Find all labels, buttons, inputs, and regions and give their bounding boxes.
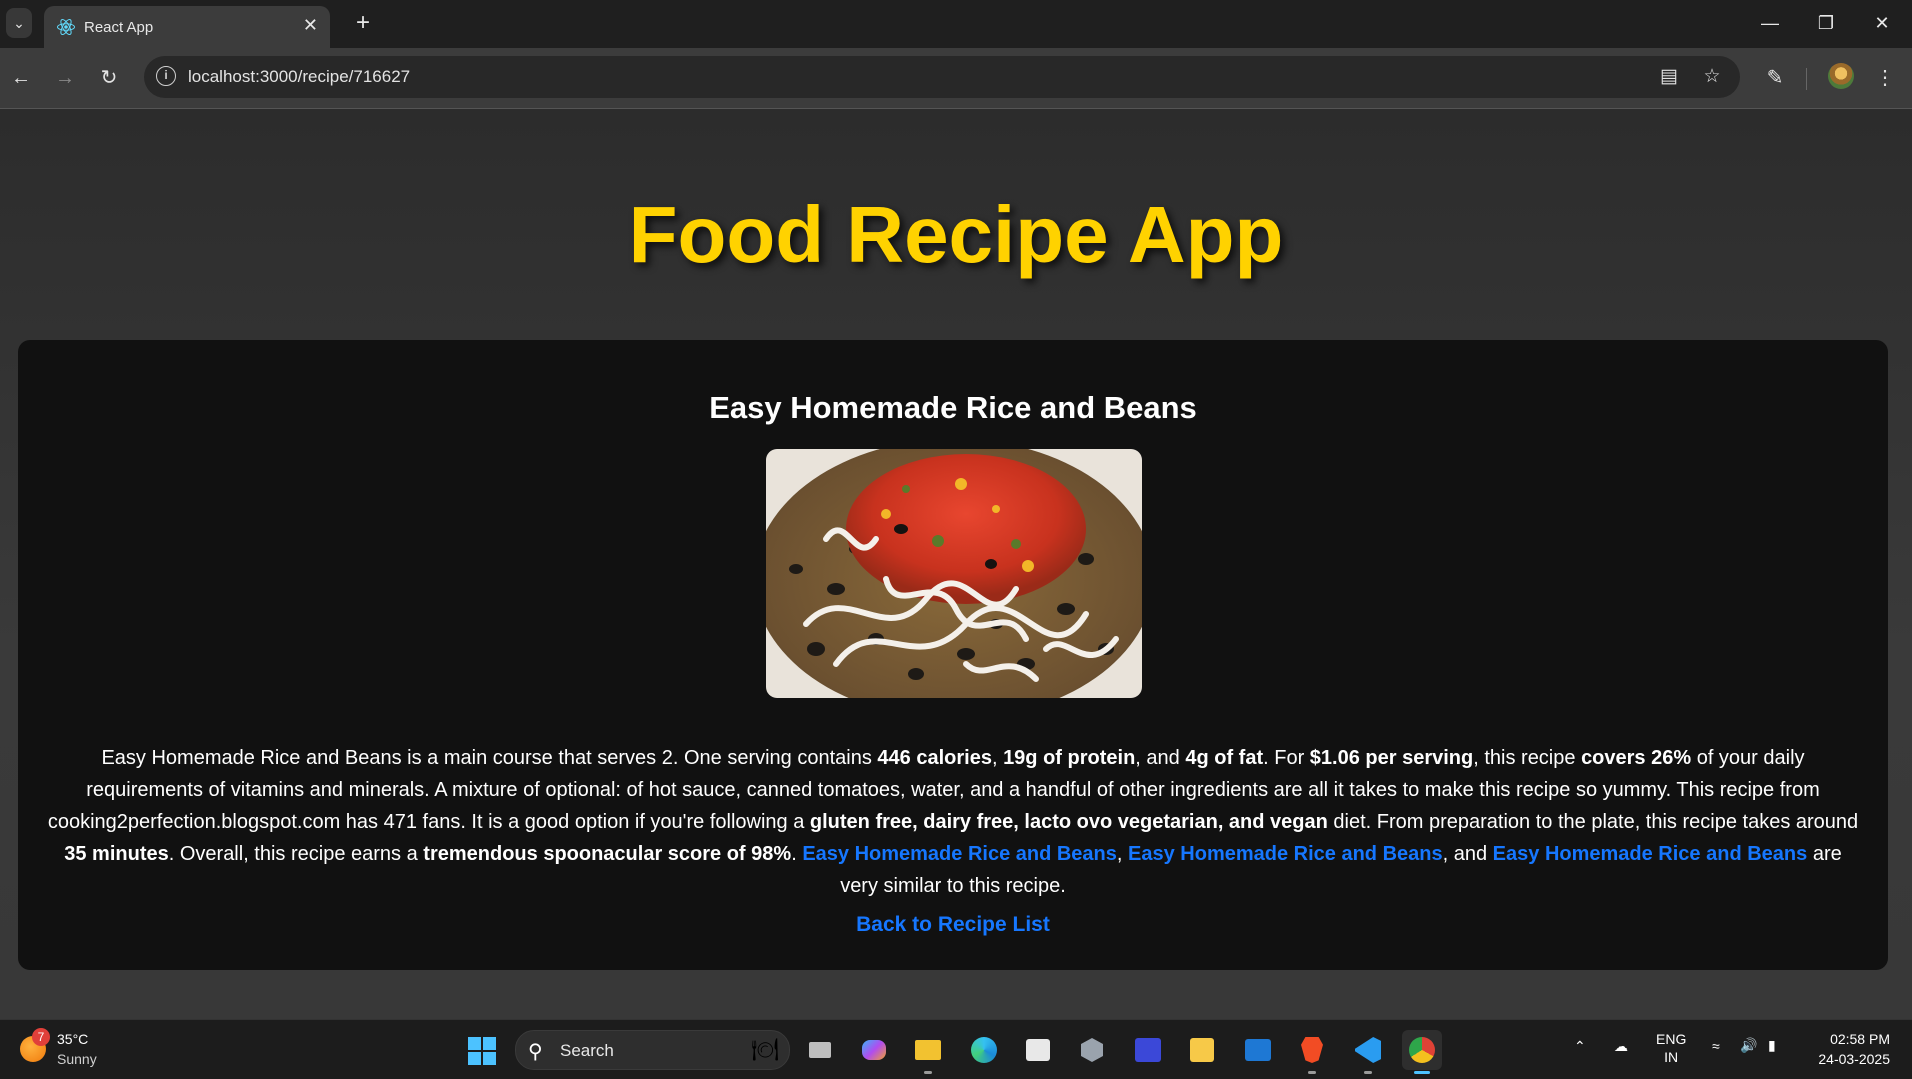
system-clock[interactable]: 02:58 PM 24-03-2025 — [1806, 1029, 1890, 1069]
similar-recipe-link-3[interactable]: Easy Homemade Rice and Beans — [1493, 843, 1808, 865]
nutrition-coverage-value: covers 26% — [1581, 747, 1692, 769]
summary-text: , and — [1135, 747, 1186, 769]
search-label: Search — [560, 1041, 614, 1060]
summary-text: , — [1116, 843, 1129, 865]
react-logo-icon — [57, 18, 75, 36]
summary-text: , — [991, 747, 1004, 769]
browser-tab[interactable]: React App ✕ — [44, 6, 330, 48]
volume-icon[interactable]: 🔊 — [1740, 1037, 1757, 1054]
fat-value: 4g of fat — [1185, 747, 1264, 769]
language-code: ENG — [1656, 1031, 1687, 1047]
onedrive-icon[interactable]: ☁ — [1614, 1038, 1628, 1055]
app-title: Food Recipe App — [628, 190, 1284, 279]
weather-description[interactable]: Sunny — [57, 1051, 97, 1067]
summary-text: diet. From preparation to the plate, thi… — [1327, 811, 1859, 833]
close-tab-icon[interactable]: ✕ — [303, 15, 318, 36]
search-highlight-icon: 🍽 — [751, 1037, 779, 1062]
back-to-list-link[interactable]: Back to Recipe List — [18, 913, 1888, 937]
recipe-summary: Easy Homemade Rice and Beans is a main c… — [44, 742, 1862, 902]
chrome-icon[interactable] — [1402, 1030, 1442, 1074]
bookmark-star-icon[interactable]: ☆ — [1699, 64, 1725, 90]
install-app-icon[interactable]: ▤ — [1656, 64, 1682, 90]
rice-and-beans-photo — [766, 449, 1142, 698]
summary-text: , and — [1442, 843, 1493, 865]
windows-taskbar: 7 35°C Sunny ⚲ Search 🍽 ⌃ ☁ ENG IN ≈ 🔊 ▮… — [0, 1019, 1912, 1079]
show-hidden-icons-chevron-icon[interactable]: ⌃ — [1574, 1038, 1586, 1055]
wifi-icon[interactable]: ≈ — [1712, 1038, 1720, 1054]
weather-badge: 7 — [32, 1028, 50, 1046]
search-icon: ⚲ — [528, 1041, 543, 1063]
task-view-icon[interactable] — [800, 1030, 840, 1070]
score-value: tremendous spoonacular score of 98% — [423, 843, 792, 865]
forward-arrow-icon[interactable]: → — [48, 61, 82, 95]
file-explorer-icon[interactable] — [908, 1030, 948, 1074]
edge-icon[interactable] — [964, 1030, 1004, 1070]
language-indicator[interactable]: ENG IN — [1656, 1030, 1686, 1066]
weather-temperature[interactable]: 35°C — [57, 1031, 88, 1047]
start-button[interactable] — [468, 1037, 496, 1065]
battery-icon[interactable]: ▮ — [1768, 1037, 1776, 1054]
recipe-card: Easy Homemade Rice and Beans Easy Homema… — [18, 340, 1888, 970]
protein-value: 19g of protein — [1003, 747, 1136, 769]
new-tab-button[interactable]: + — [348, 8, 378, 38]
browser-toolbar: ← → ↻ i localhost:3000/recipe/716627 ▤ ☆… — [0, 48, 1912, 109]
close-window-button[interactable]: ✕ — [1856, 6, 1908, 40]
toolbar-divider — [1806, 68, 1807, 90]
price-value: $1.06 per serving — [1309, 747, 1474, 769]
brave-icon[interactable] — [1292, 1030, 1332, 1074]
profile-avatar[interactable] — [1828, 63, 1854, 89]
app-icon[interactable] — [1072, 1030, 1112, 1070]
extensions-icon[interactable]: ✎ — [1758, 61, 1792, 95]
recipe-image — [766, 449, 1142, 698]
summary-text: Easy Homemade Rice and Beans is a main c… — [101, 747, 878, 769]
address-bar[interactable]: i localhost:3000/recipe/716627 ▤ ☆ — [144, 56, 1740, 98]
sticky-notes-icon[interactable] — [1182, 1030, 1222, 1070]
similar-recipe-link-1[interactable]: Easy Homemade Rice and Beans — [802, 843, 1117, 865]
similar-recipe-link-2[interactable]: Easy Homemade Rice and Beans — [1128, 843, 1443, 865]
minimize-button[interactable]: — — [1744, 6, 1796, 40]
diet-value: gluten free, dairy free, lacto ovo veget… — [809, 811, 1328, 833]
back-arrow-icon[interactable]: ← — [4, 61, 38, 95]
vscode-icon[interactable] — [1348, 1030, 1388, 1074]
copilot-icon[interactable] — [854, 1030, 894, 1070]
time-value: 35 minutes — [64, 843, 169, 865]
restore-button[interactable]: ❐ — [1800, 6, 1852, 40]
clock-date: 24-03-2025 — [1818, 1051, 1890, 1067]
region-code: IN — [1664, 1049, 1679, 1065]
url-text[interactable]: localhost:3000/recipe/716627 — [188, 67, 410, 87]
summary-text: . — [791, 843, 803, 865]
reload-icon[interactable]: ↻ — [92, 61, 126, 95]
outlook-icon[interactable] — [1238, 1030, 1278, 1070]
more-menu-icon[interactable]: ⋮ — [1868, 61, 1902, 95]
taskbar-search[interactable]: ⚲ Search 🍽 — [515, 1030, 790, 1070]
notes-icon[interactable] — [1128, 1030, 1168, 1070]
store-icon[interactable] — [1018, 1030, 1058, 1070]
calories-value: 446 calories — [877, 747, 992, 769]
clock-time: 02:58 PM — [1830, 1031, 1890, 1047]
summary-text: . For — [1263, 747, 1310, 769]
page-viewport: Food Recipe App Easy Homemade Rice and B… — [0, 109, 1912, 1019]
summary-text: , this recipe — [1473, 747, 1582, 769]
tab-title: React App — [84, 19, 154, 36]
site-info-icon[interactable]: i — [156, 66, 176, 86]
summary-text: . Overall, this recipe earns a — [168, 843, 424, 865]
recipe-title: Easy Homemade Rice and Beans — [709, 390, 1197, 425]
browser-titlebar: ⌄ React App ✕ + — ❐ ✕ — [0, 0, 1912, 48]
tab-search-button[interactable]: ⌄ — [6, 8, 32, 38]
chevron-down-icon: ⌄ — [13, 15, 25, 31]
